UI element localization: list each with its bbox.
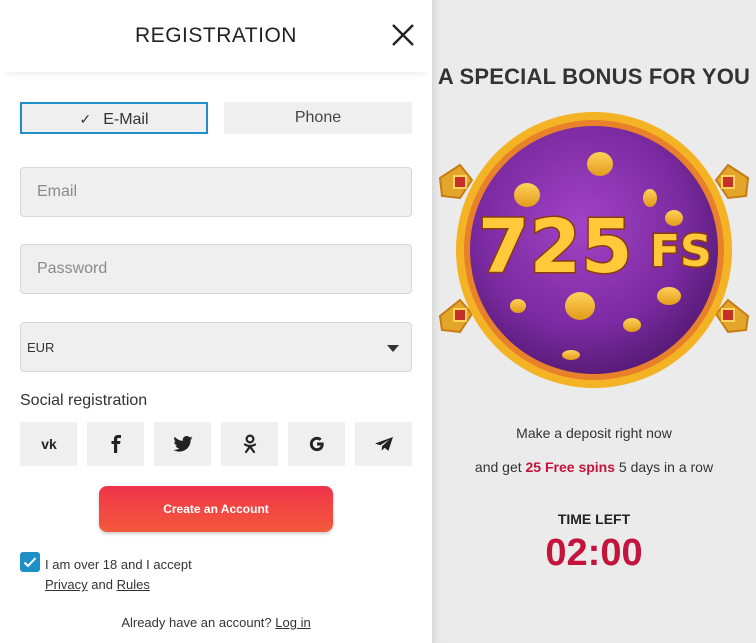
free-spins-offer: and get 25 Free spins 5 days in a row: [432, 459, 756, 475]
registration-panel: REGISTRATION ✓ E-Mail Phone EUR Social re…: [0, 0, 432, 643]
offer-prefix: and get: [474, 459, 522, 475]
age-consent-checkbox[interactable]: [20, 552, 40, 572]
tab-email[interactable]: ✓ E-Mail: [20, 102, 208, 134]
chevron-down-icon: [387, 345, 399, 352]
bonus-title: A SPECIAL BONUS FOR YOU: [437, 64, 751, 89]
medal-suffix: FS: [650, 226, 712, 277]
and-text: and: [91, 577, 113, 592]
check-icon: ✓: [79, 111, 92, 127]
login-link[interactable]: Log in: [275, 615, 310, 630]
telegram-icon: [374, 437, 393, 451]
facebook-icon: [111, 435, 121, 453]
currency-select[interactable]: EUR: [20, 322, 412, 372]
social-telegram-button[interactable]: [355, 422, 412, 466]
close-icon[interactable]: [390, 22, 416, 48]
vk-icon: vk: [41, 437, 57, 451]
password-field[interactable]: [20, 244, 412, 294]
time-left-label: TIME LEFT: [557, 511, 631, 527]
social-vk-button[interactable]: vk: [20, 422, 77, 466]
modal-title: REGISTRATION: [135, 24, 297, 47]
rules-link[interactable]: Rules: [117, 577, 150, 592]
google-icon: [309, 436, 324, 452]
bonus-medal-image: 725 FS: [438, 112, 750, 388]
privacy-link[interactable]: Privacy: [45, 577, 88, 592]
social-google-button[interactable]: [288, 422, 345, 466]
checkmark-icon: [23, 557, 37, 568]
odnoklassniki-icon: [243, 434, 256, 454]
offer-suffix: 5 days in a row: [618, 459, 714, 475]
tab-phone[interactable]: Phone: [224, 102, 412, 134]
email-field[interactable]: [20, 167, 412, 217]
bonus-panel: A SPECIAL BONUS FOR YOU 725 FS Make a de…: [432, 0, 756, 643]
twitter-icon: [172, 436, 193, 452]
age-consent-text: I am over 18 and I accept Privacy and Ru…: [45, 555, 192, 595]
email-input[interactable]: [35, 182, 399, 202]
offer-highlight: 25 Free spins: [525, 459, 616, 475]
deposit-prompt: Make a deposit right now: [516, 425, 672, 441]
svg-text:vk: vk: [41, 437, 57, 451]
already-text: Already have an account?: [121, 615, 272, 630]
social-facebook-button[interactable]: [87, 422, 144, 466]
tab-email-label: E-Mail: [103, 111, 149, 128]
social-odnoklassniki-button[interactable]: [221, 422, 278, 466]
social-registration-label: Social registration: [20, 392, 148, 409]
countdown-timer: 02:00: [545, 532, 643, 574]
medal-number: 725: [478, 204, 632, 290]
agree-text: I am over 18 and I accept: [45, 557, 192, 572]
modal-header: REGISTRATION: [0, 0, 432, 72]
social-twitter-button[interactable]: [154, 422, 211, 466]
password-input[interactable]: [35, 259, 399, 279]
currency-value: EUR: [27, 340, 55, 355]
login-prompt: Already have an account? Log in: [0, 615, 432, 630]
create-account-button[interactable]: Create an Account: [99, 486, 333, 532]
tab-phone-label: Phone: [294, 109, 342, 126]
